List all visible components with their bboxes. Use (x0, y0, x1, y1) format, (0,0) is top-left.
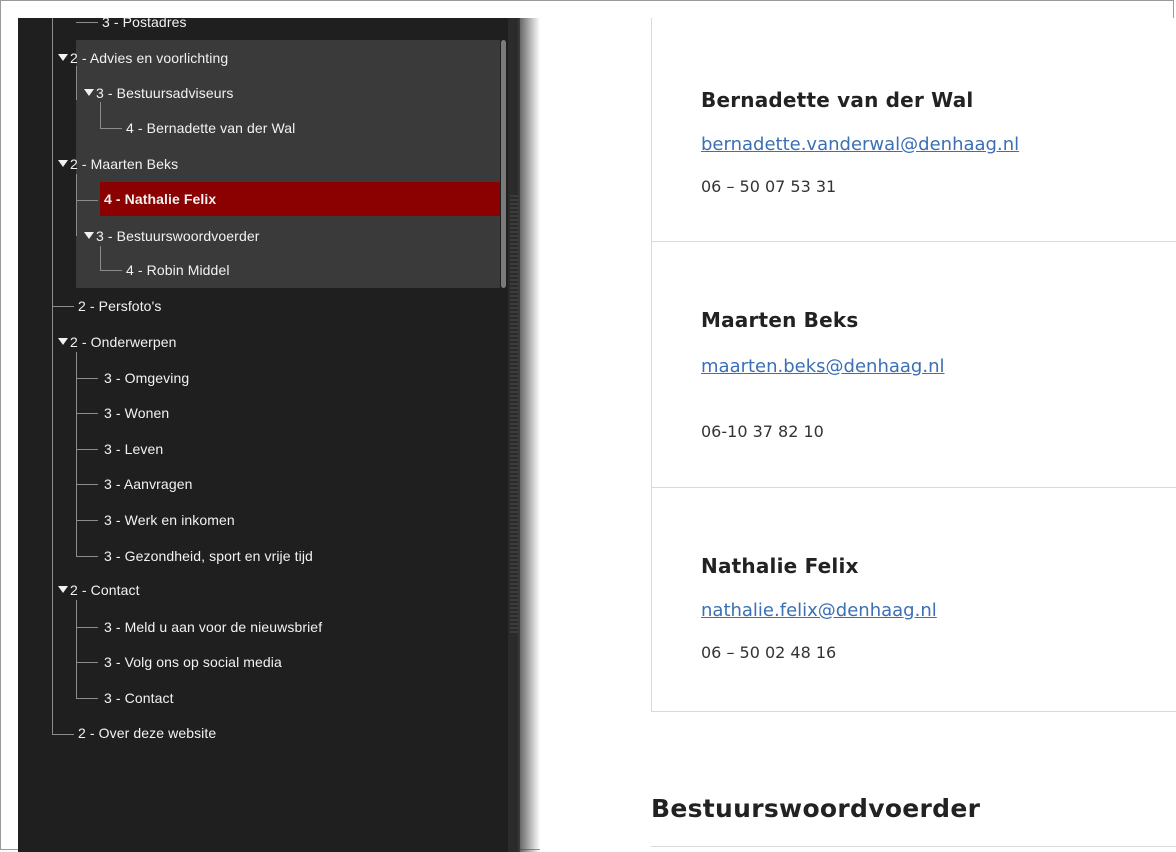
tree-connector (76, 698, 98, 699)
tree-connector (76, 600, 77, 698)
expand-caret-icon[interactable] (58, 160, 68, 167)
tree-connector (76, 627, 98, 628)
contact-phone: 06 – 50 02 48 16 (701, 643, 837, 662)
tree-item-nathalie-felix[interactable]: 4 - Nathalie Felix (100, 182, 500, 216)
expand-caret-icon[interactable] (84, 232, 94, 239)
tree-connector (76, 449, 98, 450)
tree-item-label: 3 - Bestuursadviseurs (96, 85, 234, 101)
contact-email-link[interactable]: bernadette.vanderwal@denhaag.nl (701, 134, 1019, 155)
contact-phone: 06-10 37 82 10 (701, 422, 824, 441)
contact-name: Bernadette van der Wal (701, 88, 974, 112)
tree-connector (76, 66, 77, 100)
tree-item-label: 3 - Meld u aan voor de nieuwsbrief (104, 619, 323, 635)
tree-item-label: 3 - Postadres (102, 14, 187, 30)
contact-card-list: Bernadette van der Wal bernadette.vander… (651, 18, 1176, 712)
tree-connector (100, 102, 101, 128)
section-divider (651, 846, 1176, 847)
tree-item-label: 3 - Leven (104, 441, 164, 457)
tree-item-label: 3 - Bestuurswoordvoerder (96, 228, 260, 244)
tree-item-label: 3 - Wonen (104, 405, 170, 421)
tree-connector (52, 18, 53, 734)
tree-item-werk-en-inkomen[interactable]: 3 - Werk en inkomen (104, 508, 235, 532)
tree-item-label: 2 - Persfoto's (78, 298, 162, 314)
tree-connector (76, 378, 98, 379)
tree-connector (100, 128, 122, 129)
tree-scrollbar-thumb[interactable] (501, 40, 506, 288)
tree-connector (76, 200, 98, 201)
tree-item-label: 3 - Werk en inkomen (104, 512, 235, 528)
tree-item-label: 3 - Gezondheid, sport en vrije tijd (104, 548, 313, 564)
tree-item-over-deze-website[interactable]: 2 - Over deze website (78, 721, 216, 745)
tree-item-nieuwsbrief[interactable]: 3 - Meld u aan voor de nieuwsbrief (104, 615, 322, 639)
section-heading: Bestuurswoordvoerder (651, 794, 981, 823)
tree-item-label: 2 - Maarten Beks (70, 156, 179, 172)
tree-connector (52, 306, 74, 307)
tree-item-gezondheid-sport-vrije-tijd[interactable]: 3 - Gezondheid, sport en vrije tijd (104, 544, 313, 568)
tree-connector (76, 352, 77, 556)
tree-item-omgeving[interactable]: 3 - Omgeving (104, 366, 189, 390)
contact-email-link[interactable]: nathalie.felix@denhaag.nl (701, 600, 937, 621)
expand-caret-icon[interactable] (58, 338, 68, 345)
expand-caret-icon[interactable] (58, 54, 68, 61)
tree-connector (76, 413, 98, 414)
tree-item-label: 3 - Omgeving (104, 370, 190, 386)
tree-item-bestuursadviseurs[interactable]: 3 - Bestuursadviseurs (84, 81, 234, 105)
tree-connector (100, 246, 101, 270)
panel-shadow (518, 18, 540, 852)
tree-item-social-media[interactable]: 3 - Volg ons op social media (104, 650, 282, 674)
contact-phone: 06 – 50 07 53 31 (701, 177, 837, 196)
tree-item-label: 3 - Aanvragen (104, 476, 193, 492)
tree-item-leven[interactable]: 3 - Leven (104, 437, 163, 461)
tree-item-label: 2 - Advies en voorlichting (70, 50, 229, 66)
tree-item-label: 4 - Robin Middel (126, 262, 230, 278)
tree-connector (76, 484, 98, 485)
tree-item-wonen[interactable]: 3 - Wonen (104, 401, 169, 425)
expand-caret-icon[interactable] (84, 89, 94, 96)
tree-item-advies-en-voorlichting[interactable]: 2 - Advies en voorlichting (58, 46, 228, 70)
tree-connector (76, 662, 98, 663)
tree-connector (100, 270, 122, 271)
tree-item-robin-middel[interactable]: 4 - Robin Middel (126, 258, 230, 282)
tree-connector (76, 556, 98, 557)
contact-card: Nathalie Felix nathalie.felix@denhaag.nl… (652, 488, 1176, 711)
contact-card: Maarten Beks maarten.beks@denhaag.nl 06-… (652, 242, 1176, 488)
tree-item-persfotos[interactable]: 2 - Persfoto's (78, 294, 161, 318)
contact-name: Nathalie Felix (701, 554, 859, 578)
tree-connector (76, 520, 98, 521)
contact-email-link[interactable]: maarten.beks@denhaag.nl (701, 356, 945, 377)
tree-item-label: 2 - Contact (70, 582, 140, 598)
tree-item-aanvragen[interactable]: 3 - Aanvragen (104, 472, 192, 496)
tree-connector (76, 22, 98, 23)
contact-card: Bernadette van der Wal bernadette.vander… (652, 18, 1176, 242)
tree-item-label: 3 - Volg ons op social media (104, 654, 282, 670)
contact-name: Maarten Beks (701, 308, 859, 332)
tree-item-bestuurswoordvoerder[interactable]: 3 - Bestuurswoordvoerder (84, 224, 259, 248)
expand-caret-icon[interactable] (58, 586, 68, 593)
tree-connector (52, 734, 74, 735)
tree-item-bernadette-van-der-wal[interactable]: 4 - Bernadette van der Wal (126, 116, 295, 140)
tree-item-label: 2 - Over deze website (78, 725, 217, 741)
tree-item-onderwerpen[interactable]: 2 - Onderwerpen (58, 330, 177, 354)
tree-item-label: 4 - Bernadette van der Wal (126, 120, 296, 136)
tree-connector (76, 174, 77, 236)
tree-item-postadres[interactable]: 3 - Postadres (102, 10, 187, 34)
tree-item-label: 4 - Nathalie Felix (104, 191, 217, 207)
tree-item-contact[interactable]: 3 - Contact (104, 686, 174, 710)
tree-item-maarten-beks[interactable]: 2 - Maarten Beks (58, 152, 178, 176)
tree-item-label: 3 - Contact (104, 690, 174, 706)
tree-item-contact-group[interactable]: 2 - Contact (58, 578, 140, 602)
tree-item-label: 2 - Onderwerpen (70, 334, 177, 350)
